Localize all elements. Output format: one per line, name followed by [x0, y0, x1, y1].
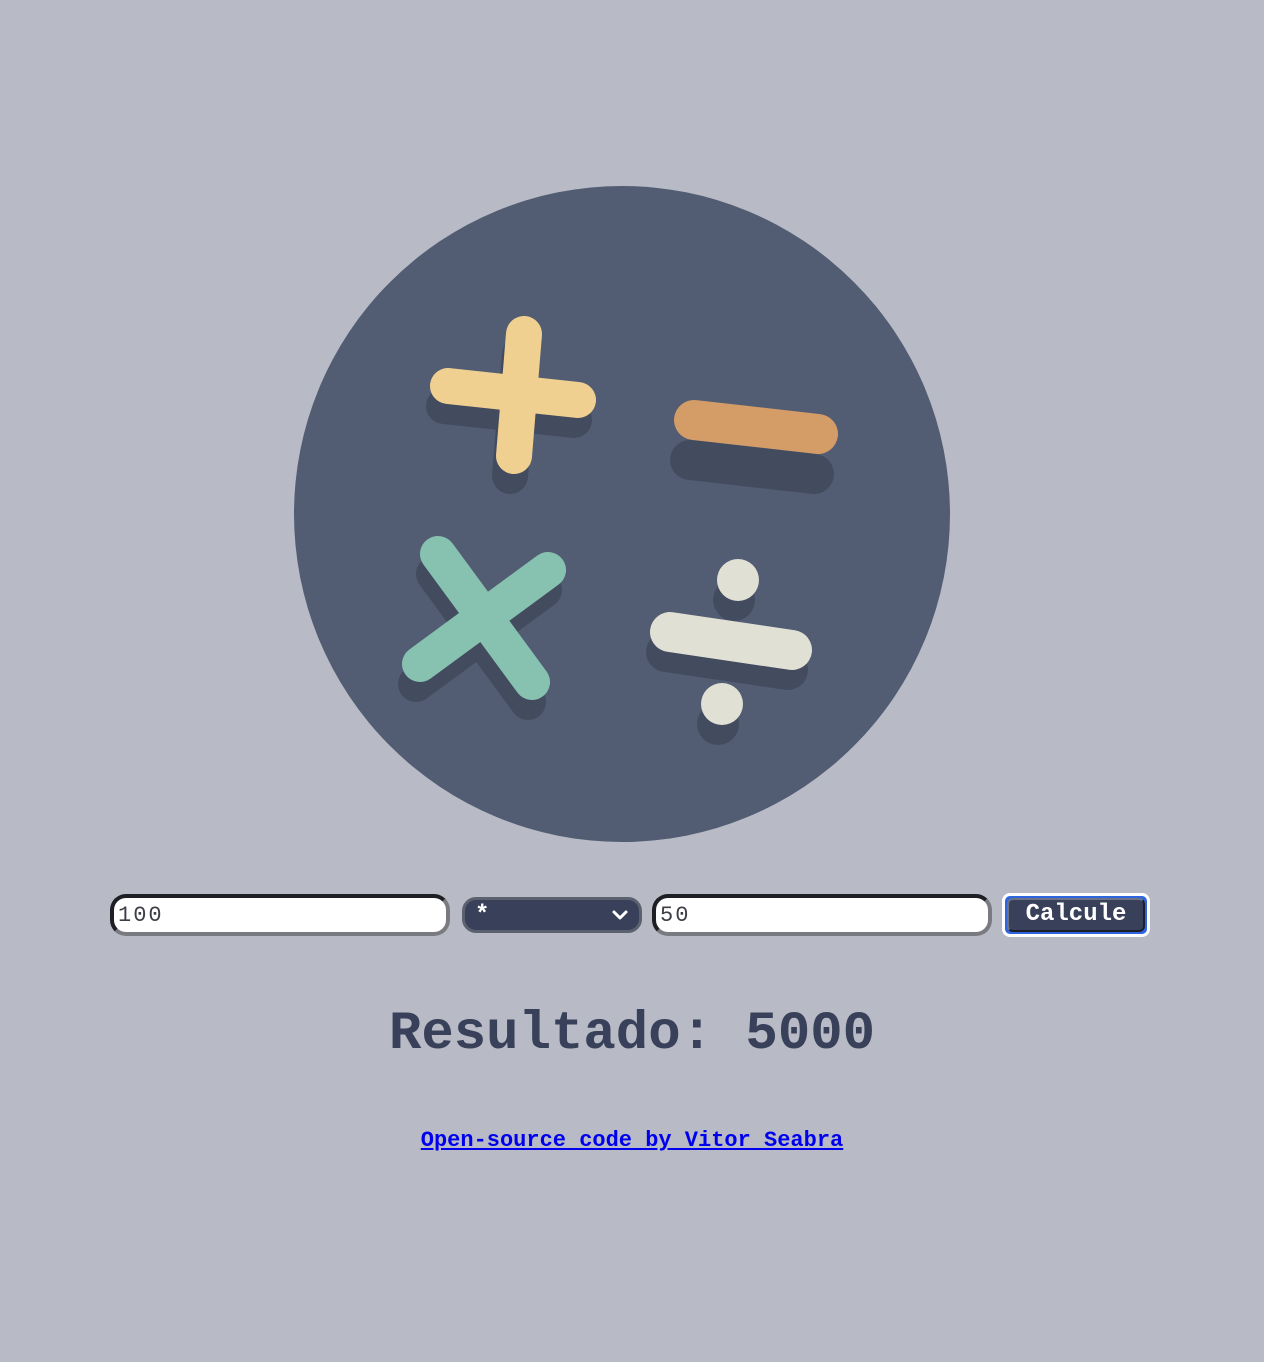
result-label: Resultado:: [388, 1004, 714, 1065]
footer: Open-source code by Vitor Seabra: [0, 1126, 1264, 1156]
second-number-input[interactable]: [652, 894, 992, 936]
result-display: Resultado: 5000: [0, 1000, 1264, 1070]
logo-circle: [294, 186, 950, 842]
chevron-down-icon: [612, 910, 628, 920]
operator-select[interactable]: *: [462, 897, 642, 933]
minus-icon: [674, 400, 838, 454]
calculator-page: * Calcule Resultado: 5000 Open-source co…: [0, 0, 1264, 1362]
calculate-button-label: Calcule: [1007, 898, 1145, 932]
first-number-input[interactable]: [110, 894, 450, 936]
math-operators-icon: [294, 186, 950, 842]
calculator-form: * Calcule: [110, 893, 1150, 937]
source-code-link[interactable]: Open-source code by Vitor Seabra: [421, 1128, 843, 1153]
result-value: 5000: [745, 1004, 876, 1065]
calculate-button[interactable]: Calcule: [1002, 893, 1150, 937]
operator-selected-value: *: [475, 901, 490, 929]
